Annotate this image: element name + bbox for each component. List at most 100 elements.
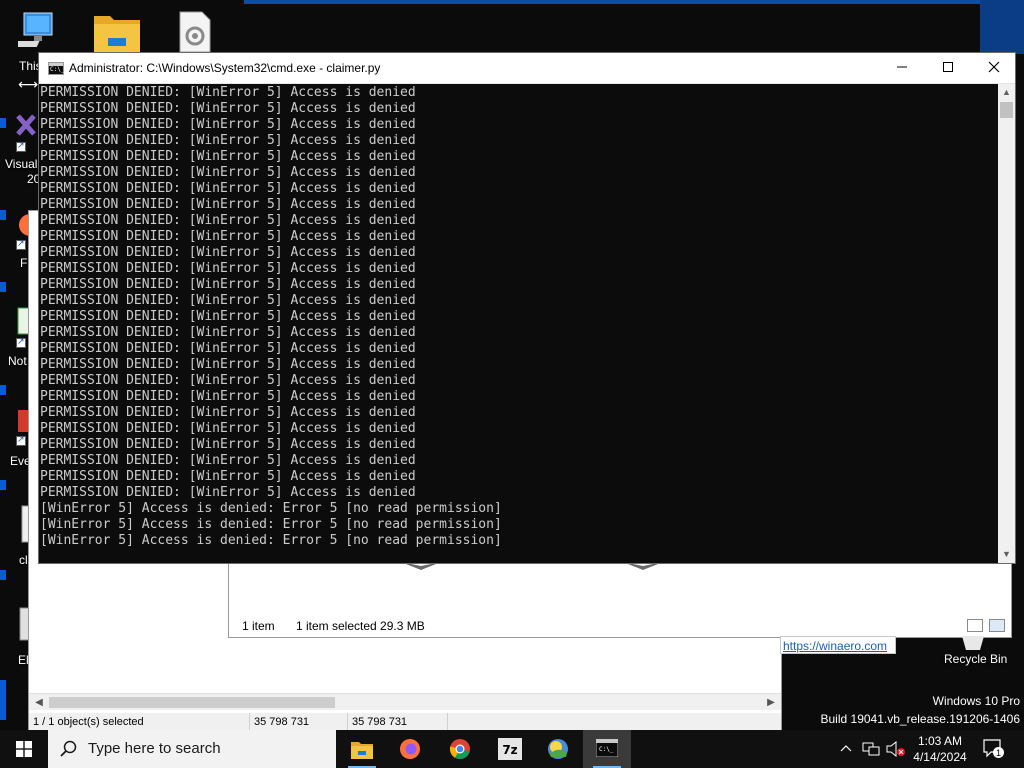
folder-icon[interactable]: [92, 10, 142, 57]
photo-viewer-icon: [548, 739, 568, 759]
search-box[interactable]: Type here to search: [48, 730, 336, 768]
console-line: PERMISSION DENIED: [WinError 5] Access i…: [40, 245, 416, 260]
console-line: PERMISSION DENIED: [WinError 5] Access i…: [40, 437, 416, 452]
command-prompt-icon: C:\_: [596, 739, 618, 757]
show-hidden-icons-button[interactable]: [838, 730, 854, 768]
7zip-icon: 7z: [498, 738, 522, 760]
console-line: PERMISSION DENIED: [WinError 5] Access i…: [40, 85, 416, 100]
network-icon: [862, 742, 880, 756]
chrome-icon: [449, 739, 470, 760]
svg-text:7z: 7z: [502, 743, 517, 757]
minimize-button[interactable]: [879, 53, 925, 84]
taskbar-chrome[interactable]: [436, 730, 484, 768]
notification-count: 1: [996, 748, 1001, 758]
shortcut-arrow-icon: [16, 336, 26, 348]
close-button[interactable]: [971, 53, 1017, 84]
cmd-titlebar[interactable]: Administrator: C:\Windows\System32\cmd.e…: [39, 53, 1015, 84]
status-size: 35 798 731: [249, 713, 309, 731]
console-line: PERMISSION DENIED: [WinError 5] Access i…: [40, 405, 416, 420]
start-button[interactable]: [0, 730, 48, 768]
scrollbar-thumb[interactable]: [49, 697, 335, 708]
console-line: PERMISSION DENIED: [WinError 5] Access i…: [40, 197, 416, 212]
this-pc-icon[interactable]: [6, 10, 62, 57]
status-size-total: 35 798 731: [347, 713, 407, 731]
winaero-link[interactable]: https://winaero.com: [780, 636, 896, 654]
horizontal-scrollbar[interactable]: ◀ ▶: [29, 693, 781, 710]
console-line: PERMISSION DENIED: [WinError 5] Access i…: [40, 341, 416, 356]
status-selection: 1 / 1 object(s) selected: [33, 716, 144, 728]
search-icon: [60, 740, 77, 757]
window-title: Administrator: C:\Windows\System32\cmd.e…: [69, 61, 381, 75]
windows-logo-icon: [16, 741, 32, 757]
details-view-icon[interactable]: [967, 619, 983, 632]
console-line: [WinError 5] Access is denied: Error 5 […: [40, 533, 502, 548]
scrollbar-thumb[interactable]: [1000, 102, 1013, 118]
console-line: PERMISSION DENIED: [WinError 5] Access i…: [40, 149, 416, 164]
clock-date: 4/14/2024: [913, 750, 967, 764]
status-divider: [447, 713, 452, 731]
console-line: PERMISSION DENIED: [WinError 5] Access i…: [40, 277, 416, 292]
cmd-window[interactable]: Administrator: C:\Windows\System32\cmd.e…: [38, 52, 1016, 564]
scroll-up-icon[interactable]: ▲: [998, 84, 1015, 101]
desktop-wallpaper-edge: [0, 282, 6, 292]
vertical-scrollbar[interactable]: ▲ ▼: [998, 84, 1015, 563]
desktop-wallpaper-edge: [0, 680, 6, 720]
console-line: PERMISSION DENIED: [WinError 5] Access i…: [40, 293, 416, 308]
status-bar: 1 / 1 object(s) selected 35 798 731 35 7…: [29, 713, 781, 731]
file-explorer-icon: [351, 742, 373, 759]
maximize-icon: [943, 62, 953, 72]
settings-file-icon[interactable]: [178, 10, 212, 57]
desktop-wallpaper-corner: [980, 0, 1024, 54]
status-bar: 1 item 1 item selected 29.3 MB: [229, 614, 1011, 638]
firefox-label: F: [20, 256, 28, 270]
search-placeholder: Type here to search: [88, 740, 221, 757]
taskbar-file-explorer[interactable]: [338, 730, 386, 768]
large-icons-view-icon[interactable]: [989, 619, 1005, 632]
resize-cursor-icon: ⟷: [18, 76, 39, 92]
console-line: PERMISSION DENIED: [WinError 5] Access i…: [40, 261, 416, 276]
os-build-watermark: Build 19041.vb_release.191206-1406: [820, 712, 1021, 726]
console-line: PERMISSION DENIED: [WinError 5] Access i…: [40, 213, 416, 228]
console-line: [WinError 5] Access is denied: Error 5 […: [40, 517, 502, 532]
taskbar-photos[interactable]: [534, 730, 582, 768]
scroll-down-icon[interactable]: ▼: [998, 546, 1015, 563]
shortcut-arrow-icon: [16, 238, 26, 250]
volume-button[interactable]: [884, 730, 906, 768]
taskbar-firefox[interactable]: [386, 730, 434, 768]
close-icon: [988, 61, 1000, 73]
desktop-wallpaper-edge: [0, 480, 6, 490]
shortcut-arrow-icon: [16, 140, 26, 152]
console-line: PERMISSION DENIED: [WinError 5] Access i…: [40, 229, 416, 244]
visual-studio-icon[interactable]: [14, 112, 40, 143]
scroll-right-icon[interactable]: ▶: [763, 694, 779, 711]
explorer-window-front[interactable]: 1 item 1 item selected 29.3 MB: [228, 556, 1012, 638]
notepad-label: Not: [8, 354, 27, 368]
desktop-wallpaper-edge: [0, 210, 6, 220]
taskbar: Type here to search 7z C:\_ 1:03 AM 4/14…: [0, 730, 1024, 768]
taskbar-command-prompt[interactable]: C:\_: [583, 730, 631, 768]
clock[interactable]: 1:03 AM 4/14/2024: [905, 733, 975, 765]
console-line: PERMISSION DENIED: [WinError 5] Access i…: [40, 325, 416, 340]
console-line: PERMISSION DENIED: [WinError 5] Access i…: [40, 453, 416, 468]
scroll-left-icon[interactable]: ◀: [31, 694, 47, 711]
console-cursor-line: [40, 549, 998, 563]
recycle-bin-icon[interactable]: [958, 636, 988, 650]
network-button[interactable]: [860, 730, 882, 768]
os-edition-watermark: Windows 10 Pro: [932, 694, 1020, 708]
taskbar-7zip[interactable]: 7z: [486, 730, 534, 768]
maximize-button[interactable]: [925, 53, 971, 84]
status-selection: 1 item selected 29.3 MB: [296, 619, 425, 633]
action-center-button[interactable]: 1: [980, 730, 1008, 768]
console-line: PERMISSION DENIED: [WinError 5] Access i…: [40, 165, 416, 180]
desktop-wallpaper-edge: [0, 570, 6, 580]
desktop-wallpaper-edge: [0, 385, 6, 395]
command-prompt-icon: [48, 62, 64, 75]
recycle-bin-label: Recycle Bin: [944, 652, 1008, 666]
script-file-label: cl: [19, 553, 28, 567]
status-item-count: 1 item: [242, 619, 275, 633]
console-line: PERMISSION DENIED: [WinError 5] Access i…: [40, 469, 416, 484]
console-output[interactable]: PERMISSION DENIED: [WinError 5] Access i…: [39, 84, 998, 563]
console-line: PERMISSION DENIED: [WinError 5] Access i…: [40, 309, 416, 324]
minimize-icon: [897, 66, 907, 68]
console-line: PERMISSION DENIED: [WinError 5] Access i…: [40, 373, 416, 388]
